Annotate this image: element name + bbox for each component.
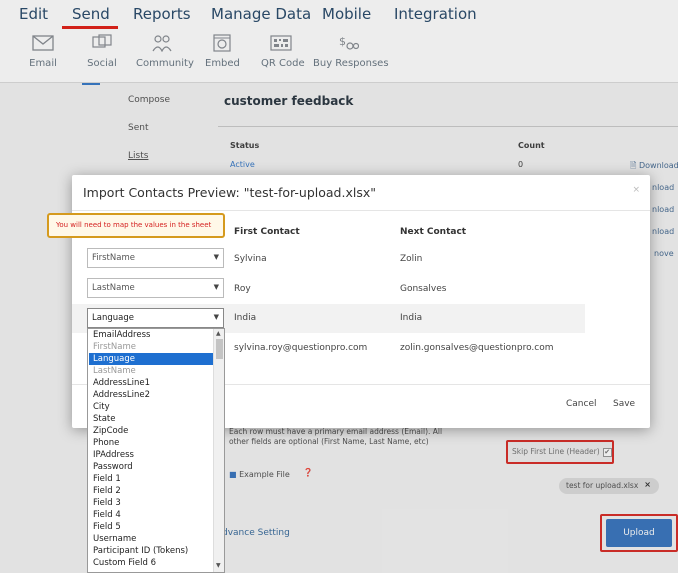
first-contact-firstname: Sylvina xyxy=(234,254,267,264)
scrollbar-thumb[interactable] xyxy=(216,339,223,359)
option-username[interactable]: Username xyxy=(89,533,213,545)
modal-title: Import Contacts Preview: "test-for-uploa… xyxy=(83,185,376,200)
option-emailaddress[interactable]: EmailAddress xyxy=(89,329,213,341)
first-contact-email: sylvina.roy@questionpro.com xyxy=(234,343,368,353)
option-field-3[interactable]: Field 3 xyxy=(89,497,213,509)
field-select-value: LastName xyxy=(92,283,135,293)
option-field-4[interactable]: Field 4 xyxy=(89,509,213,521)
option-field-1[interactable]: Field 1 xyxy=(89,473,213,485)
caret-down-icon: ▼ xyxy=(213,313,219,321)
option-field-2[interactable]: Field 2 xyxy=(89,485,213,497)
option-ipaddress[interactable]: IPAddress xyxy=(89,449,213,461)
cancel-button[interactable]: Cancel xyxy=(566,399,597,409)
option-zipcode[interactable]: ZipCode xyxy=(89,425,213,437)
option-addressline1[interactable]: AddressLine1 xyxy=(89,377,213,389)
option-lastname[interactable]: LastName xyxy=(89,365,213,377)
caret-down-icon: ▼ xyxy=(213,283,219,291)
next-contact-language: India xyxy=(400,313,423,323)
option-city[interactable]: City xyxy=(89,401,213,413)
option-language[interactable]: Language xyxy=(89,353,213,365)
first-contact-language: India xyxy=(234,313,257,323)
next-contact-firstname: Zolin xyxy=(400,254,423,264)
option-state[interactable]: State xyxy=(89,413,213,425)
option-password[interactable]: Password xyxy=(89,461,213,473)
scroll-down-icon[interactable]: ▼ xyxy=(216,562,221,569)
option-participant-id[interactable]: Participant ID (Tokens) xyxy=(89,545,213,557)
next-contact-lastname: Gonsalves xyxy=(400,284,447,294)
field-select-lastname[interactable]: LastName ▼ xyxy=(87,278,224,298)
field-select-value: FirstName xyxy=(92,253,135,263)
next-contact-email: zolin.gonsalves@questionpro.com xyxy=(400,343,554,353)
field-dropdown-list[interactable]: EmailAddress FirstName Language LastName… xyxy=(87,328,225,573)
option-phone[interactable]: Phone xyxy=(89,437,213,449)
close-icon[interactable]: × xyxy=(632,185,640,195)
scroll-up-icon[interactable]: ▲ xyxy=(216,330,221,337)
option-field-5[interactable]: Field 5 xyxy=(89,521,213,533)
caret-down-icon: ▼ xyxy=(213,253,219,261)
mapping-callout: You will need to map the values in the s… xyxy=(47,213,225,238)
option-addressline2[interactable]: AddressLine2 xyxy=(89,389,213,401)
field-select-language[interactable]: Language ▼ xyxy=(87,308,224,328)
save-button[interactable]: Save xyxy=(613,399,635,409)
field-select-value: Language xyxy=(92,313,134,323)
dropdown-scrollbar[interactable]: ▲ ▼ xyxy=(213,329,224,572)
option-custom-field-6[interactable]: Custom Field 6 xyxy=(89,557,213,569)
modal-header-divider xyxy=(72,210,650,211)
field-select-firstname[interactable]: FirstName ▼ xyxy=(87,248,224,268)
first-contact-lastname: Roy xyxy=(234,284,251,294)
next-contact-header: Next Contact xyxy=(400,227,467,237)
option-firstname[interactable]: FirstName xyxy=(89,341,213,353)
first-contact-header: First Contact xyxy=(234,227,300,237)
